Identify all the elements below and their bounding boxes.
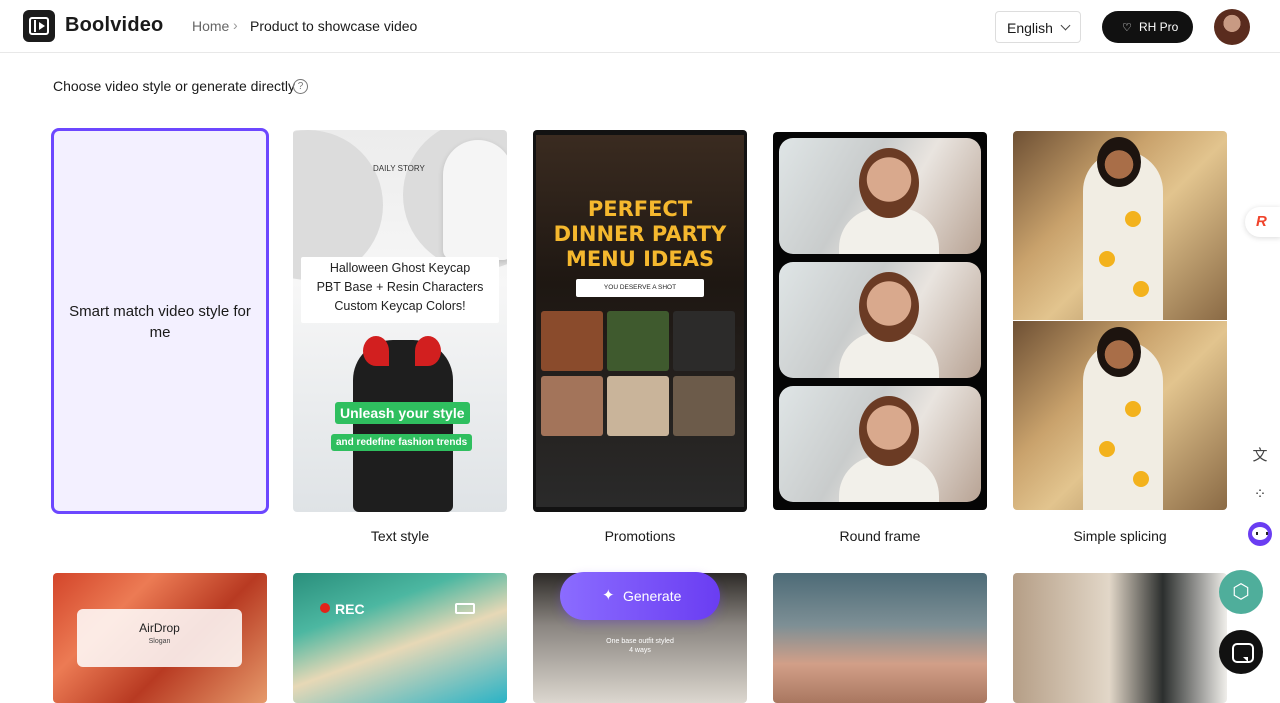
record-dot-icon — [320, 603, 330, 613]
preview-text-box: Halloween Ghost Keycap PBT Base + Resin … — [301, 257, 499, 323]
splice-image — [1013, 131, 1227, 320]
language-value: English — [1007, 20, 1053, 36]
devil-figure — [353, 340, 453, 512]
sparkle-icon: ✦ — [602, 587, 615, 604]
style-card-airdrop[interactable]: AirDrop Slogan — [53, 573, 267, 703]
splice-image — [1013, 321, 1227, 510]
style-card-chair[interactable] — [1013, 573, 1227, 703]
food-image — [607, 376, 669, 436]
gem-icon: ♡ — [1122, 22, 1132, 34]
brand-name[interactable]: Boolvideo — [65, 14, 163, 37]
generate-label: Generate — [623, 588, 682, 604]
outfit-text: One base outfit styled 4 ways — [606, 638, 674, 654]
airdrop-text: AirDrop — [139, 621, 180, 635]
help-icon[interactable]: ? — [293, 79, 308, 94]
frame-image — [779, 386, 981, 502]
promo-pill: YOU DESERVE A SHOT — [576, 279, 704, 297]
food-image — [673, 376, 735, 436]
assistant-icon[interactable]: ⬡ — [1219, 570, 1263, 614]
rec-text: REC — [335, 601, 365, 617]
frame-image — [779, 262, 981, 378]
style-label: Round frame — [839, 528, 921, 544]
translate-icon[interactable]: 文 — [1246, 442, 1274, 470]
chat-icon[interactable] — [1219, 630, 1263, 674]
smart-match-card[interactable]: Smart match video style for me — [51, 128, 269, 514]
promo-title: PERFECT DINNER PARTY MENU IDEAS — [553, 197, 727, 271]
breadcrumb-home[interactable]: Home — [192, 18, 229, 34]
style-card-simple-splicing[interactable] — [1013, 131, 1227, 510]
food-image — [541, 311, 603, 371]
chevron-down-icon — [1060, 20, 1071, 31]
breadcrumb-current: Product to showcase video — [250, 18, 418, 34]
style-card-promotions[interactable]: PERFECT DINNER PARTY MENU IDEAS YOU DESE… — [533, 130, 747, 512]
generate-button[interactable]: ✦ Generate — [560, 572, 720, 620]
style-card-rec[interactable]: REC — [293, 573, 507, 703]
apps-icon[interactable]: ⁘ — [1246, 481, 1274, 509]
floating-logo-icon[interactable]: R — [1245, 207, 1280, 237]
slogan-text: Slogan — [148, 638, 171, 645]
style-label: Text style — [370, 528, 430, 544]
preview-line: Custom Keycap Colors! — [334, 299, 466, 313]
battery-icon — [455, 603, 475, 614]
preview-line: PBT Base + Resin Characters — [316, 280, 484, 294]
frame-image — [779, 138, 981, 254]
style-card-round-frame[interactable] — [773, 132, 987, 510]
boolvideo-logo-icon[interactable] — [23, 10, 55, 42]
preview-line: Halloween Ghost Keycap — [329, 261, 471, 275]
preview-banner: and redefine fashion trends — [331, 434, 473, 451]
avatar[interactable] — [1214, 9, 1250, 45]
style-card-sky[interactable] — [773, 573, 987, 703]
language-select[interactable]: English — [995, 11, 1081, 43]
ghost-figure — [443, 140, 507, 260]
smart-match-text: Smart match video style for me — [69, 303, 251, 341]
section-title: Choose video style or generate directly — [53, 78, 296, 94]
top-header: Boolvideo Home › Product to showcase vid… — [0, 0, 1280, 53]
style-label: Simple splicing — [1073, 528, 1167, 544]
food-image — [673, 311, 735, 371]
style-label: Promotions — [604, 528, 676, 544]
pro-button[interactable]: ♡ RH Pro — [1102, 11, 1193, 43]
pro-label: RH Pro — [1139, 20, 1179, 34]
preview-banner: Unleash your style — [335, 402, 470, 424]
breadcrumb-separator-icon: › — [233, 17, 238, 33]
bot-icon[interactable] — [1248, 522, 1272, 546]
food-image — [607, 311, 669, 371]
style-card-text-style[interactable]: DAILY STORY Halloween Ghost Keycap PBT B… — [293, 130, 507, 512]
food-image — [541, 376, 603, 436]
daily-story-text: DAILY STORY — [373, 164, 425, 173]
